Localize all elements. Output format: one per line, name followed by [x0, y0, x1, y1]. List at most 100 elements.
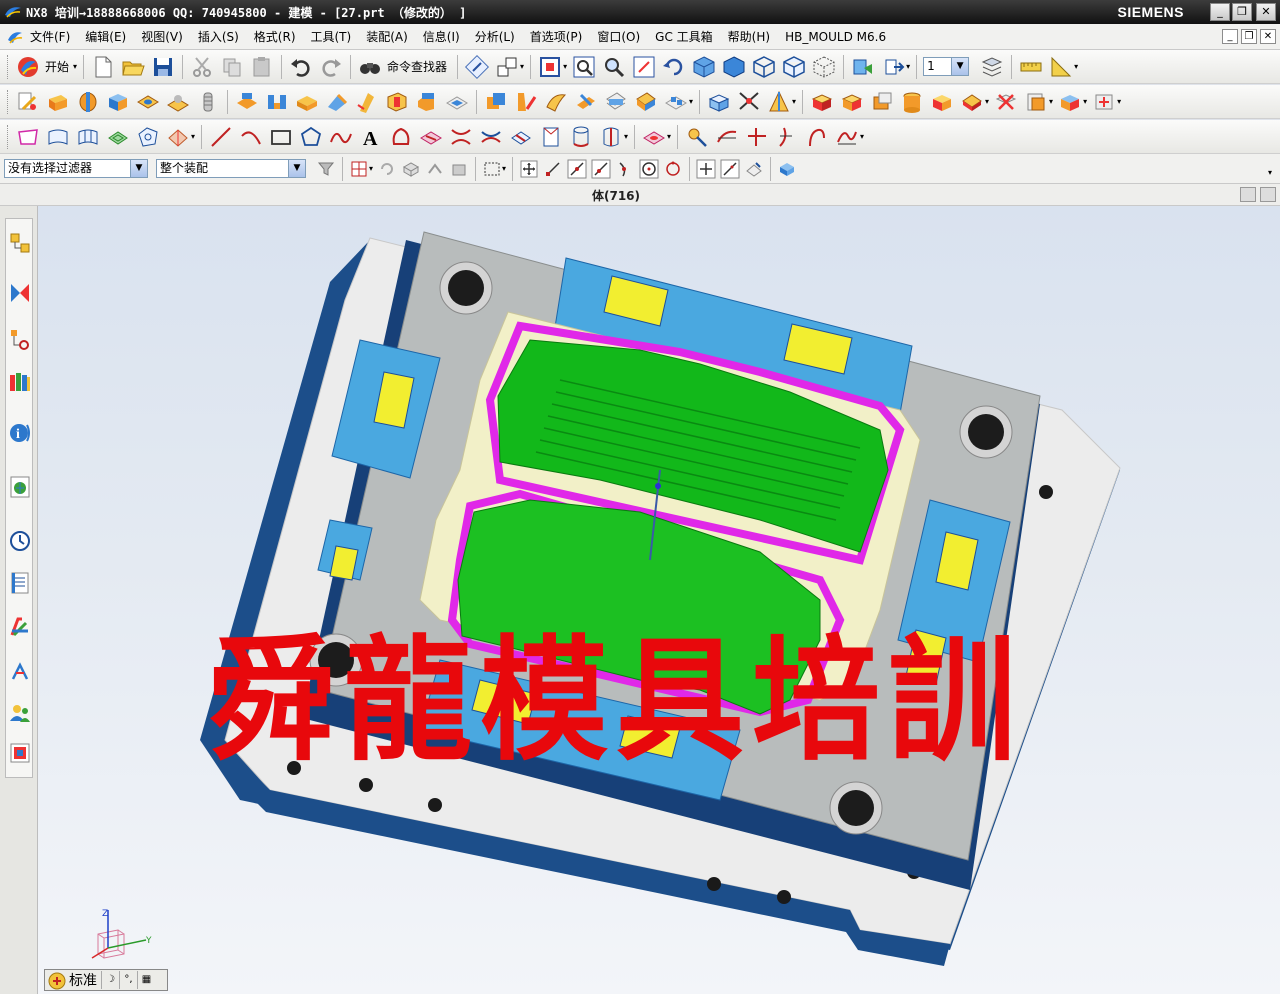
control-point-icon[interactable] — [591, 159, 611, 179]
split-body-icon[interactable] — [603, 89, 629, 115]
menu-preferences[interactable]: 首选项(P) — [530, 28, 583, 45]
undo-selection-icon[interactable] — [377, 159, 397, 179]
mould-tool-4-icon[interactable] — [899, 89, 925, 115]
rectangle-icon[interactable] — [268, 124, 294, 150]
select-solid-icon[interactable] — [777, 159, 797, 179]
process-studio-icon[interactable] — [8, 571, 32, 595]
fit-view-icon[interactable] — [537, 54, 563, 80]
paste-icon[interactable] — [249, 54, 275, 80]
arc-center-icon[interactable] — [639, 159, 659, 179]
measure-distance-icon[interactable] — [1018, 54, 1044, 80]
intersection-curve-icon[interactable] — [448, 124, 474, 150]
menu-view[interactable]: 视图(V) — [141, 28, 183, 45]
slot-icon[interactable] — [264, 89, 290, 115]
part-window-icon[interactable] — [6, 28, 24, 46]
restore-button[interactable]: ❐ — [1232, 3, 1252, 21]
curve-mesh-icon[interactable] — [75, 124, 101, 150]
dart-icon[interactable] — [324, 89, 350, 115]
cylinder-icon[interactable] — [195, 89, 221, 115]
pattern-dropdown[interactable]: ▾ — [689, 97, 693, 106]
menu-file[interactable]: 文件(F) — [30, 28, 70, 45]
existing-point-icon[interactable] — [696, 159, 716, 179]
intersect-icon[interactable] — [543, 89, 569, 115]
boss-icon[interactable] — [165, 89, 191, 115]
pan-icon[interactable] — [631, 54, 657, 80]
unite-icon[interactable] — [483, 89, 509, 115]
zoom-icon[interactable] — [601, 54, 627, 80]
hole-icon[interactable] — [135, 89, 161, 115]
menu-help[interactable]: 帮助(H) — [728, 28, 770, 45]
curve-edit-icon[interactable] — [684, 124, 710, 150]
measure-angle-icon[interactable] — [1048, 54, 1074, 80]
orient-dropdown[interactable]: ▾ — [520, 62, 524, 71]
binoculars-icon[interactable] — [357, 54, 383, 80]
shell-icon[interactable] — [444, 89, 470, 115]
part-navigator-icon[interactable] — [8, 327, 32, 351]
block-icon[interactable] — [105, 89, 131, 115]
menu-edit[interactable]: 编辑(E) — [85, 28, 126, 45]
draft-dropdown[interactable]: ▾ — [792, 97, 796, 106]
moon-icon[interactable]: ☽ — [101, 971, 119, 989]
midpoint-icon[interactable] — [567, 159, 587, 179]
snap-grid-icon[interactable] — [349, 159, 369, 179]
snap-enable-icon[interactable] — [519, 159, 539, 179]
manufacturing-wizard-icon[interactable] — [8, 615, 32, 639]
constraint-navigator-icon[interactable] — [8, 281, 32, 305]
mould-dropdown-1[interactable]: ▾ — [985, 97, 989, 106]
copy-icon[interactable] — [219, 54, 245, 80]
menu-insert[interactable]: 插入(S) — [198, 28, 239, 45]
mould-dropdown-2[interactable]: ▾ — [1049, 97, 1053, 106]
menu-format[interactable]: 格式(R) — [254, 28, 296, 45]
start-button[interactable]: 开始 — [45, 58, 69, 75]
mould-tool-5-icon[interactable] — [929, 89, 955, 115]
menu-assemblies[interactable]: 装配(A) — [366, 28, 408, 45]
mould-tool-8-icon[interactable] — [1023, 89, 1049, 115]
hd3d-tools-icon[interactable]: i — [8, 421, 32, 445]
graphics-window[interactable]: 舜龍模具培訓 Z Y — [38, 206, 1280, 994]
extrude-icon[interactable] — [45, 89, 71, 115]
start-dropdown[interactable]: ▾ — [73, 62, 77, 71]
replace-face-icon[interactable] — [706, 89, 732, 115]
close-window-button[interactable]: ✕ — [1256, 3, 1276, 21]
shaded-view-icon[interactable] — [691, 54, 717, 80]
offset-face-icon[interactable] — [354, 89, 380, 115]
groove-icon[interactable] — [294, 89, 320, 115]
patch-icon[interactable] — [633, 89, 659, 115]
orient-icon[interactable] — [494, 54, 520, 80]
curve-length-icon[interactable] — [804, 124, 830, 150]
edge-blend-icon[interactable] — [384, 89, 410, 115]
layer-settings-icon[interactable] — [979, 54, 1005, 80]
extract-curve-icon[interactable] — [478, 124, 504, 150]
shaded-edges-icon[interactable] — [721, 54, 747, 80]
face-analysis-icon[interactable] — [641, 124, 667, 150]
swept-icon[interactable] — [105, 124, 131, 150]
wireframe-icon[interactable] — [751, 54, 777, 80]
punctuation-icon[interactable]: °, — [119, 971, 137, 989]
selection-scope-combo[interactable]: 整个装配 ▼ — [156, 159, 306, 178]
reuse-library-icon[interactable] — [8, 369, 32, 393]
revolve-icon[interactable] — [75, 89, 101, 115]
show-hide-icon[interactable] — [850, 54, 876, 80]
menu-information[interactable]: 信息(I) — [423, 28, 460, 45]
spline-icon[interactable] — [328, 124, 354, 150]
select-component-icon[interactable] — [449, 159, 469, 179]
work-layer-combo[interactable]: 1 ▼ — [923, 57, 970, 76]
trim-curve-icon[interactable] — [714, 124, 740, 150]
n-sided-icon[interactable] — [135, 124, 161, 150]
pattern-icon[interactable] — [663, 89, 689, 115]
select-feature-icon[interactable] — [425, 159, 445, 179]
command-finder-button[interactable]: 命令查找器 — [387, 58, 447, 75]
surface-dropdown[interactable]: ▾ — [191, 132, 195, 141]
ime-icon[interactable] — [47, 971, 66, 990]
mould-tool-9-icon[interactable] — [1057, 89, 1083, 115]
delete-face-icon[interactable] — [736, 89, 762, 115]
mdi-close-button[interactable]: ✕ — [1260, 29, 1276, 44]
mould-tool-6-icon[interactable] — [959, 89, 985, 115]
subtract-icon[interactable] — [513, 89, 539, 115]
cylinder-curve-icon[interactable] — [568, 124, 594, 150]
select-body-icon[interactable] — [401, 159, 421, 179]
line-icon[interactable] — [208, 124, 234, 150]
keyboard-icon[interactable]: ▦ — [137, 971, 155, 989]
chevron-down-icon[interactable]: ▼ — [288, 160, 305, 177]
wcs-icon[interactable] — [464, 54, 490, 80]
